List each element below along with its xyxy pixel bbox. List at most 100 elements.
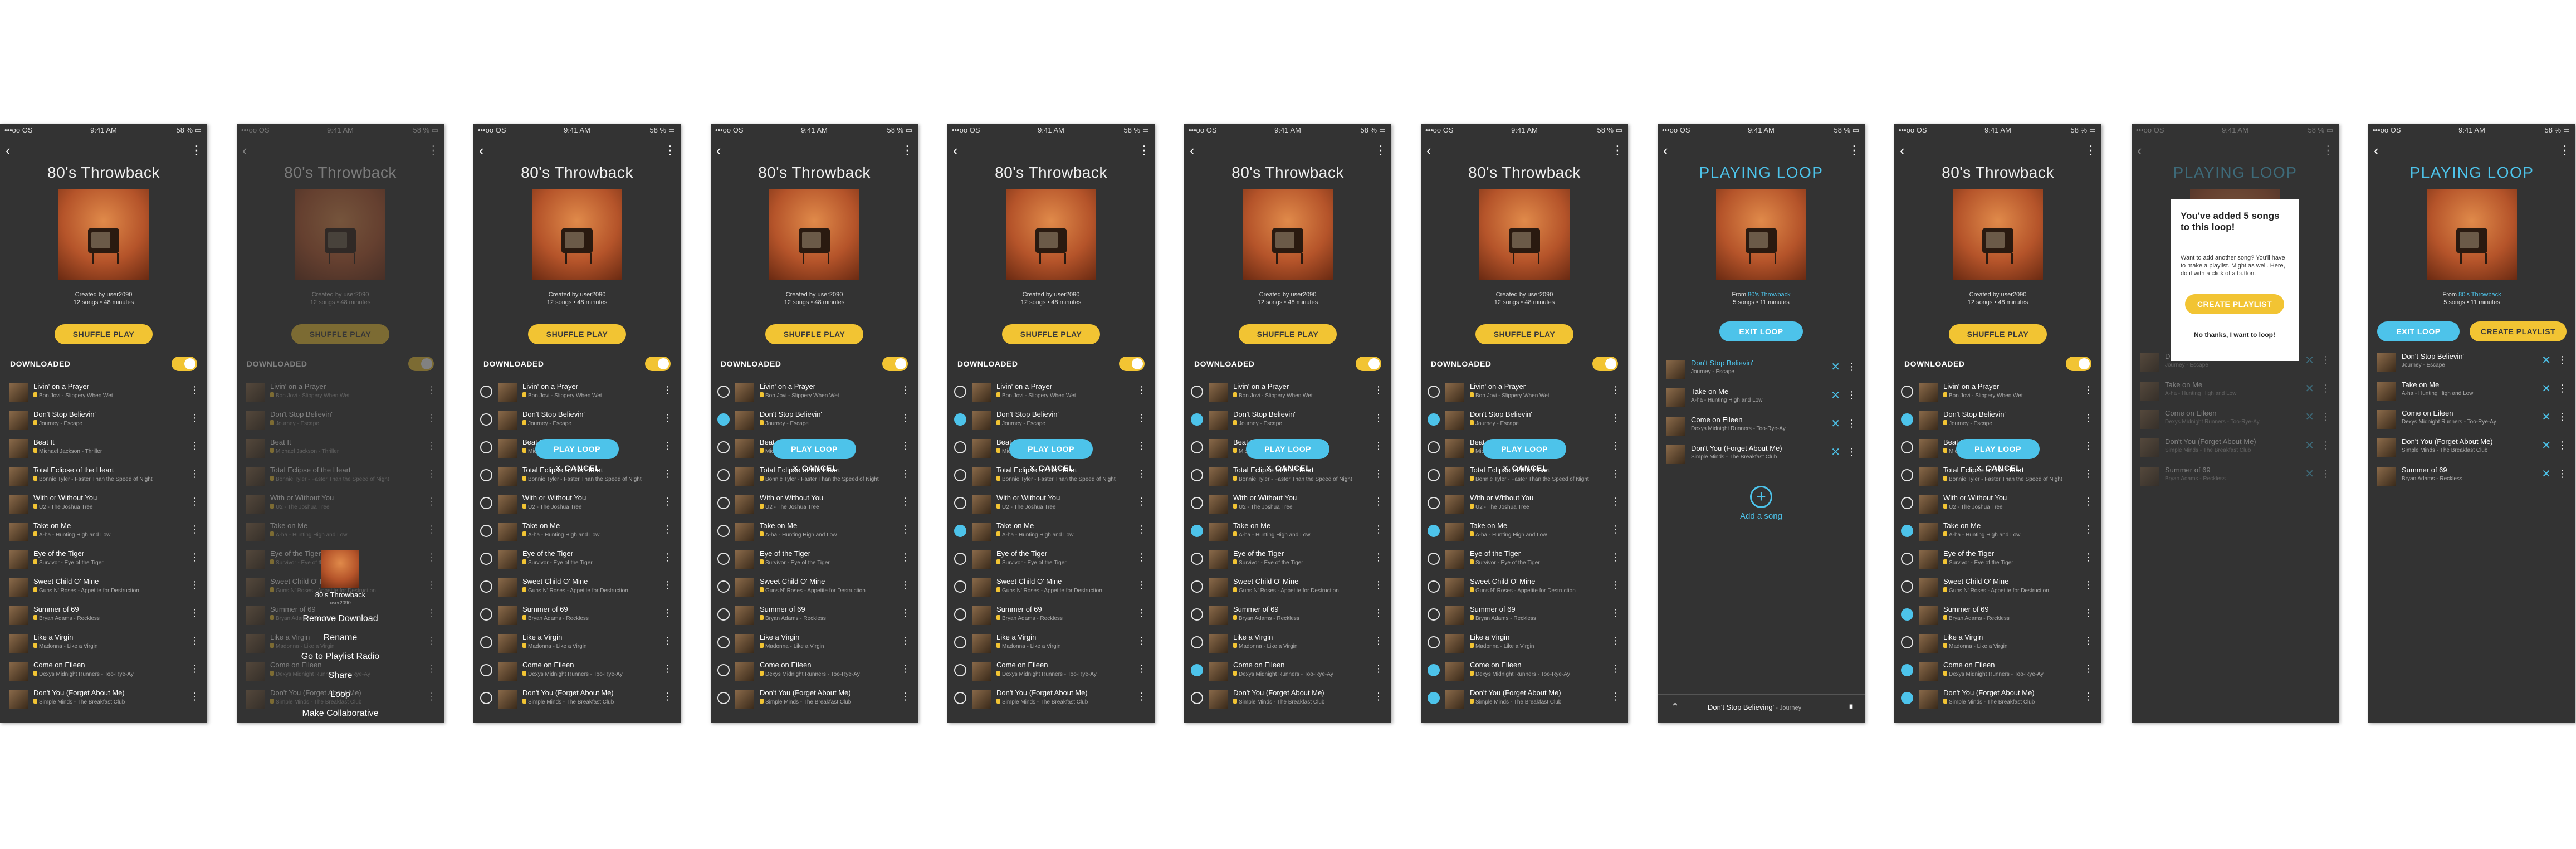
song-row[interactable]: Take on Me A-ha - Hunting High and Low ⋮ (9, 520, 199, 548)
song-select-radio[interactable] (480, 525, 492, 537)
song-select-radio[interactable] (480, 580, 492, 593)
back-chevron-icon[interactable]: ‹ (953, 143, 969, 158)
song-more-icon[interactable]: ⋮ (2558, 383, 2568, 394)
song-more-icon[interactable]: ⋮ (1137, 635, 1147, 647)
song-more-icon[interactable]: ⋮ (900, 524, 910, 535)
song-select-radio[interactable] (1901, 386, 1913, 398)
song-row[interactable]: Summer of 69 Bryan Adams - Reckless ⋮ (1919, 604, 2094, 632)
loop-source-playlist-link[interactable]: 80's Throwback (1748, 291, 1791, 298)
song-more-icon[interactable]: ⋮ (1137, 468, 1147, 480)
song-more-icon[interactable]: ⋮ (663, 607, 673, 619)
song-more-icon[interactable]: ⋮ (1610, 384, 1620, 396)
remove-song-icon[interactable]: ✕ (1831, 445, 1840, 459)
play-loop-button[interactable]: PLAY LOOP (1009, 439, 1093, 459)
song-more-icon[interactable]: ⋮ (2084, 663, 2094, 675)
song-select-radio[interactable] (1901, 469, 1913, 481)
song-select-radio[interactable] (717, 497, 730, 509)
song-row[interactable]: Take on Me A-ha - Hunting High and Low ⋮ (1445, 520, 1620, 548)
more-vertical-icon[interactable]: ⋮ (901, 143, 913, 158)
downloaded-toggle[interactable] (1119, 357, 1145, 371)
song-row[interactable]: With or Without You U2 - The Joshua Tree ⋮ (1445, 492, 1620, 520)
song-more-icon[interactable]: ⋮ (189, 412, 199, 424)
song-more-icon[interactable]: ⋮ (2558, 354, 2568, 366)
song-more-icon[interactable]: ⋮ (1373, 384, 1384, 396)
remove-song-icon[interactable]: ✕ (2541, 410, 2551, 424)
song-row[interactable]: Take on Me A-ha - Hunting High and Low ⋮ (1919, 520, 2094, 548)
song-row[interactable]: Don't You (Forget About Me) Simple Minds … (1209, 687, 1384, 715)
more-vertical-icon[interactable]: ⋮ (1611, 143, 1624, 158)
song-row[interactable]: Come on Eileen Dexys Midnight Runners - T… (972, 660, 1147, 687)
song-select-radio[interactable] (954, 525, 966, 537)
sheet-menu-item[interactable]: Loop (237, 690, 444, 700)
song-row[interactable]: Sweet Child O' Mine Guns N' Roses - Appet… (1445, 576, 1620, 604)
song-select-radio[interactable] (1901, 497, 1913, 509)
loop-song-row[interactable]: Don't Stop Believin' Journey - Escape ✕ ⋮ (1666, 358, 1857, 386)
song-select-radio[interactable] (1428, 525, 1440, 537)
sheet-menu-item[interactable]: Make Collaborative (237, 709, 444, 719)
song-more-icon[interactable]: ⋮ (1610, 635, 1620, 647)
song-more-icon[interactable]: ⋮ (189, 524, 199, 535)
downloaded-toggle[interactable] (1356, 357, 1381, 371)
song-more-icon[interactable]: ⋮ (1373, 468, 1384, 480)
song-row[interactable]: Like a Virgin Madonna - Like a Virgin ⋮ (972, 632, 1147, 660)
no-thanks-link[interactable]: No thanks, I want to loop! (2171, 331, 2299, 339)
song-select-radio[interactable] (1428, 413, 1440, 426)
play-loop-button[interactable]: PLAY LOOP (1246, 439, 1329, 459)
song-more-icon[interactable]: ⋮ (1610, 552, 1620, 563)
song-row[interactable]: Don't Stop Believin' Journey - Escape ⋮ (1445, 409, 1620, 437)
loop-song-row[interactable]: Take on Me A-ha - Hunting High and Low ✕ ⋮ (2377, 379, 2568, 407)
song-row[interactable]: Summer of 69 Bryan Adams - Reckless ⋮ (9, 604, 199, 632)
song-more-icon[interactable]: ⋮ (663, 524, 673, 535)
song-more-icon[interactable]: ⋮ (1373, 440, 1384, 452)
song-row[interactable]: Sweet Child O' Mine Guns N' Roses - Appet… (498, 576, 673, 604)
song-select-radio[interactable] (1191, 580, 1203, 593)
song-more-icon[interactable]: ⋮ (1373, 579, 1384, 591)
more-vertical-icon[interactable]: ⋮ (1848, 143, 1860, 158)
song-row[interactable]: With or Without You U2 - The Joshua Tree ⋮ (1209, 492, 1384, 520)
song-row[interactable]: Don't You (Forget About Me) Simple Minds … (1919, 687, 2094, 715)
song-row[interactable]: Sweet Child O' Mine Guns N' Roses - Appet… (1209, 576, 1384, 604)
cancel-button[interactable]: ✕ CANCEL (1029, 463, 1074, 473)
more-vertical-icon[interactable]: ⋮ (2559, 143, 2571, 158)
song-select-radio[interactable] (1428, 692, 1440, 704)
song-row[interactable]: Eye of the Tiger Survivor - Eye of the Ti… (735, 548, 910, 576)
remove-song-icon[interactable]: ✕ (2541, 382, 2551, 396)
song-more-icon[interactable]: ⋮ (900, 691, 910, 702)
song-more-icon[interactable]: ⋮ (1373, 691, 1384, 702)
downloaded-toggle[interactable] (1592, 357, 1618, 371)
song-more-icon[interactable]: ⋮ (1137, 607, 1147, 619)
song-row[interactable]: Don't Stop Believin' Journey - Escape ⋮ (1919, 409, 2094, 437)
song-more-icon[interactable]: ⋮ (663, 496, 673, 508)
song-select-radio[interactable] (717, 692, 730, 704)
song-more-icon[interactable]: ⋮ (2084, 384, 2094, 396)
song-select-radio[interactable] (717, 636, 730, 648)
cancel-button[interactable]: ✕ CANCEL (1502, 463, 1548, 473)
song-row[interactable]: Like a Virgin Madonna - Like a Virgin ⋮ (735, 632, 910, 660)
song-select-radio[interactable] (1191, 525, 1203, 537)
song-select-radio[interactable] (1901, 664, 1913, 676)
song-select-radio[interactable] (1191, 664, 1203, 676)
song-select-radio[interactable] (1901, 441, 1913, 453)
song-select-radio[interactable] (1428, 469, 1440, 481)
song-more-icon[interactable]: ⋮ (189, 579, 199, 591)
song-select-radio[interactable] (1191, 553, 1203, 565)
song-more-icon[interactable]: ⋮ (189, 440, 199, 452)
create-playlist-button[interactable]: CREATE PLAYLIST (2470, 321, 2567, 341)
shuffle-play-button[interactable]: SHUFFLE PLAY (1475, 324, 1573, 344)
song-select-radio[interactable] (1428, 497, 1440, 509)
loop-song-row[interactable]: Don't You (Forget About Me)Simple Minds … (2377, 436, 2568, 464)
song-more-icon[interactable]: ⋮ (663, 412, 673, 424)
song-row[interactable]: Come on Eileen Dexys Midnight Runners - T… (9, 660, 199, 687)
song-more-icon[interactable]: ⋮ (900, 468, 910, 480)
song-more-icon[interactable]: ⋮ (1610, 607, 1620, 619)
song-row[interactable]: Don't You (Forget About Me) Simple Minds … (498, 687, 673, 715)
loop-song-row[interactable]: Come on Eileen Dexys Midnight Runners - T… (1666, 414, 1857, 442)
song-select-radio[interactable] (954, 441, 966, 453)
loop-song-row[interactable]: Don't You (Forget About Me)Simple Minds … (1666, 443, 1857, 471)
song-more-icon[interactable]: ⋮ (2084, 524, 2094, 535)
song-more-icon[interactable]: ⋮ (189, 552, 199, 563)
song-row[interactable]: Come on Eileen Dexys Midnight Runners - T… (735, 660, 910, 687)
song-more-icon[interactable]: ⋮ (1610, 440, 1620, 452)
downloaded-toggle[interactable] (172, 357, 197, 371)
song-more-icon[interactable]: ⋮ (1610, 496, 1620, 508)
